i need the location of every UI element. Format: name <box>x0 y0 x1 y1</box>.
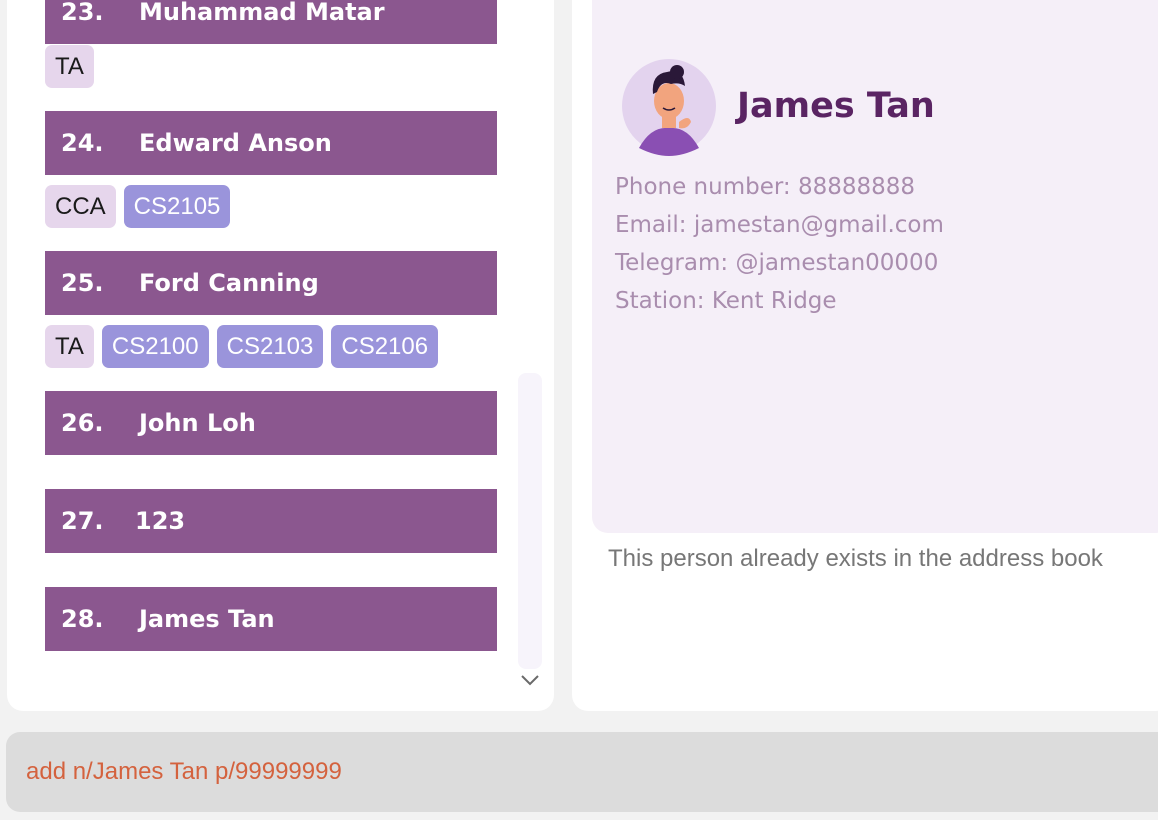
chevron-down-icon[interactable] <box>519 670 541 690</box>
person-card-header[interactable]: 25. Ford Canning <box>45 251 497 315</box>
detail-email: Email: jamestan@gmail.com <box>615 212 944 238</box>
person-name: James Tan <box>139 605 275 633</box>
person-index: 28. <box>61 605 104 633</box>
person-card-header[interactable]: 24. Edward Anson <box>45 111 497 175</box>
person-card-header[interactable]: 28. James Tan <box>45 587 497 651</box>
person-name: John Loh <box>139 409 256 437</box>
person-list[interactable]: 23. Muhammad Matar TA 24. Edward Anson C… <box>7 0 554 651</box>
result-message: This person already exists in the addres… <box>608 545 1103 572</box>
detail-name: James Tan <box>737 86 935 126</box>
tag-module: CS2106 <box>331 325 439 368</box>
tag-module: CS2105 <box>123 185 231 228</box>
person-name: Muhammad Matar <box>139 0 385 26</box>
command-input[interactable]: add n/James Tan p/99999999 <box>6 732 1158 812</box>
person-name: Ford Canning <box>139 269 319 297</box>
scrollbar-track[interactable] <box>518 373 542 669</box>
person-detail-card: James Tan Phone number: 88888888 Email: … <box>592 0 1158 533</box>
person-list-panel: 23. Muhammad Matar TA 24. Edward Anson C… <box>7 0 554 711</box>
detail-phone: Phone number: 88888888 <box>615 174 916 200</box>
tag-role: TA <box>45 45 94 88</box>
tag-role: TA <box>45 325 94 368</box>
person-index: 25. <box>61 269 104 297</box>
person-name: 123 <box>135 507 186 535</box>
person-card-header[interactable]: 23. Muhammad Matar <box>45 0 497 44</box>
person-tags: TA <box>45 45 94 89</box>
person-tags: TA CS2100 CS2103 CS2106 <box>45 325 439 369</box>
tag-module: CS2103 <box>216 325 324 368</box>
detail-telegram: Telegram: @jamestan00000 <box>615 250 939 276</box>
person-card-header[interactable]: 26. John Loh <box>45 391 497 455</box>
avatar <box>621 56 717 156</box>
detail-panel: James Tan Phone number: 88888888 Email: … <box>572 0 1158 711</box>
tag-role: CCA <box>45 185 116 228</box>
person-card-header[interactable]: 27. 123 <box>45 489 497 553</box>
tag-module: CS2100 <box>101 325 209 368</box>
person-index: 27. <box>61 507 104 535</box>
person-name: Edward Anson <box>139 129 332 157</box>
detail-station: Station: Kent Ridge <box>615 288 837 314</box>
person-index: 26. <box>61 409 104 437</box>
person-index: 24. <box>61 129 104 157</box>
person-tags: CCA CS2105 <box>45 185 231 229</box>
person-index: 23. <box>61 0 104 26</box>
